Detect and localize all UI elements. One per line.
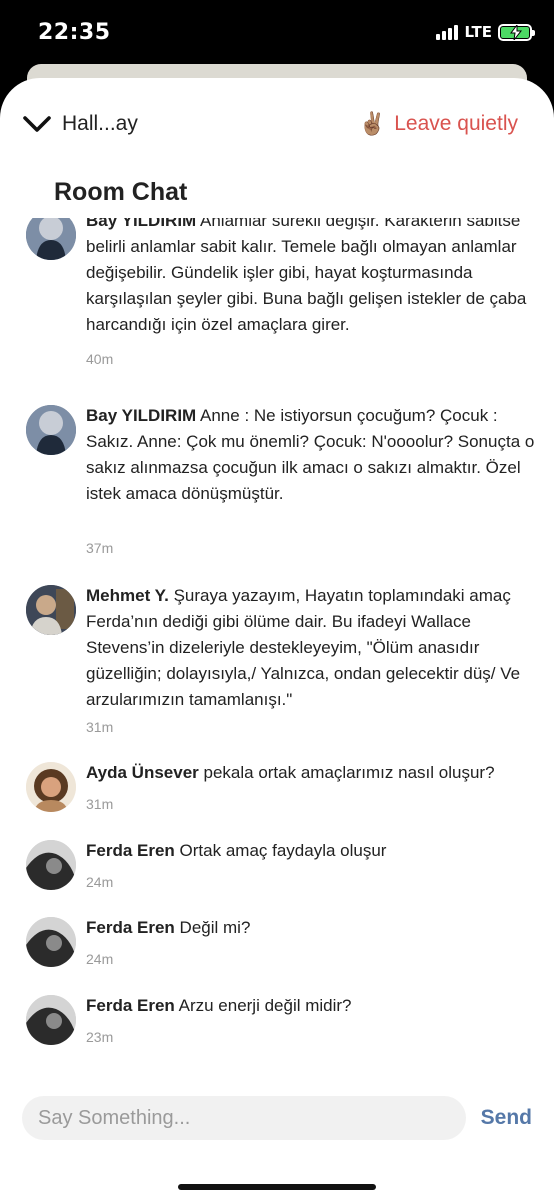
status-time: 22:35 — [38, 20, 111, 45]
message-author[interactable]: Ferda Eren — [86, 918, 175, 937]
message-content: Ortak amaç faydayla oluşur — [179, 841, 387, 860]
room-name: Hall...ay — [62, 112, 138, 135]
status-bar: 22:35 LTE — [0, 0, 554, 64]
message-content: Arzu enerji değil midir? — [178, 996, 352, 1015]
message-text: Ayda Ünsever pekala ortak amaçlarımız na… — [86, 760, 536, 786]
victory-hand-icon: ✌🏽 — [358, 111, 387, 136]
composer: Send — [0, 1094, 554, 1154]
room-chat-title: Room Chat — [54, 178, 188, 206]
message-text: Mehmet Y. Şuraya yazayım, Hayatın toplam… — [86, 583, 536, 713]
leave-quietly-label: Leave quietly — [394, 112, 518, 135]
avatar[interactable] — [26, 995, 76, 1045]
message-author[interactable]: Ferda Eren — [86, 996, 175, 1015]
message-text: Ferda Eren Arzu enerji değil midir? — [86, 993, 536, 1019]
message-text: Ferda Eren Ortak amaç faydayla oluşur — [86, 838, 536, 864]
message-text: Bay YILDIRIM Anne : Ne istiyorsun çocuğu… — [86, 403, 536, 507]
message-text: Bay YILDIRIM Anlamlar sürekli değişir. K… — [86, 218, 536, 338]
message-input[interactable] — [22, 1096, 466, 1140]
message-author[interactable]: Ayda Ünsever — [86, 763, 199, 782]
avatar[interactable] — [26, 840, 76, 890]
message-time: 23m — [86, 1029, 114, 1045]
collapse-room-button[interactable]: Hall...ay — [22, 112, 138, 136]
avatar[interactable] — [26, 218, 76, 260]
message-time: 24m — [86, 951, 114, 967]
charging-bolt-icon — [510, 24, 522, 40]
message-content: pekala ortak amaçlarımız nasıl oluşur? — [203, 763, 495, 782]
status-indicators: LTE — [436, 23, 535, 41]
sheet-header: Hall...ay ✌🏽 Leave quietly — [0, 78, 554, 178]
avatar[interactable] — [26, 917, 76, 967]
battery-icon — [498, 23, 535, 41]
room-sheet: Hall...ay ✌🏽 Leave quietly Room Chat Bay… — [0, 78, 554, 1200]
message-content: Değil mi? — [179, 918, 251, 937]
send-button[interactable]: Send — [481, 1106, 532, 1130]
message-time: 40m — [86, 351, 114, 367]
home-indicator[interactable] — [178, 1184, 376, 1190]
message-author[interactable]: Mehmet Y. — [86, 586, 169, 605]
avatar[interactable] — [26, 405, 76, 455]
signal-icon — [436, 24, 459, 40]
avatar[interactable] — [26, 762, 76, 812]
message-time: 24m — [86, 874, 114, 890]
message-content: Anlamlar sürekli değişir. Karakterin sab… — [86, 218, 527, 334]
message-author[interactable]: Ferda Eren — [86, 841, 175, 860]
chevron-down-icon — [23, 116, 51, 132]
message-author[interactable]: Bay YILDIRIM — [86, 218, 196, 230]
avatar[interactable] — [26, 585, 76, 635]
message-author[interactable]: Bay YILDIRIM — [86, 406, 196, 425]
chat-message-list[interactable]: Bay YILDIRIM Anlamlar sürekli değişir. K… — [0, 218, 554, 1078]
leave-quietly-button[interactable]: ✌🏽 Leave quietly — [359, 112, 518, 136]
message-text: Ferda Eren Değil mi? — [86, 915, 536, 941]
message-time: 31m — [86, 796, 114, 812]
message-time: 31m — [86, 719, 114, 735]
network-label: LTE — [464, 23, 492, 41]
message-time: 37m — [86, 540, 114, 556]
